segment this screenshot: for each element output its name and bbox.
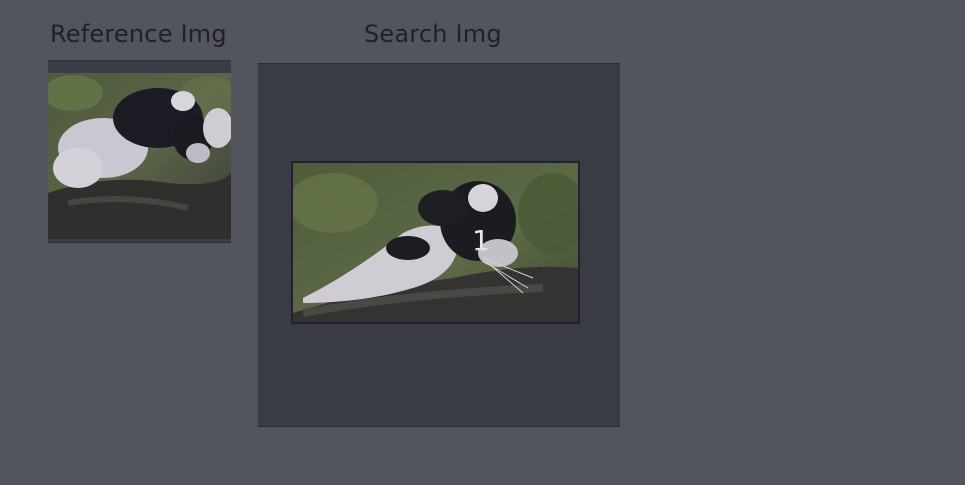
match-box[interactable]: 1 bbox=[291, 161, 580, 324]
reference-image-label: Reference Img bbox=[50, 20, 227, 48]
search-image-panel[interactable]: 1 bbox=[258, 63, 620, 427]
match-number-label: 1 bbox=[472, 224, 490, 257]
reference-image[interactable] bbox=[48, 60, 231, 243]
search-image-label: Search Img bbox=[364, 20, 502, 48]
reference-cat-photo bbox=[48, 73, 231, 239]
search-cat-photo bbox=[293, 163, 578, 322]
